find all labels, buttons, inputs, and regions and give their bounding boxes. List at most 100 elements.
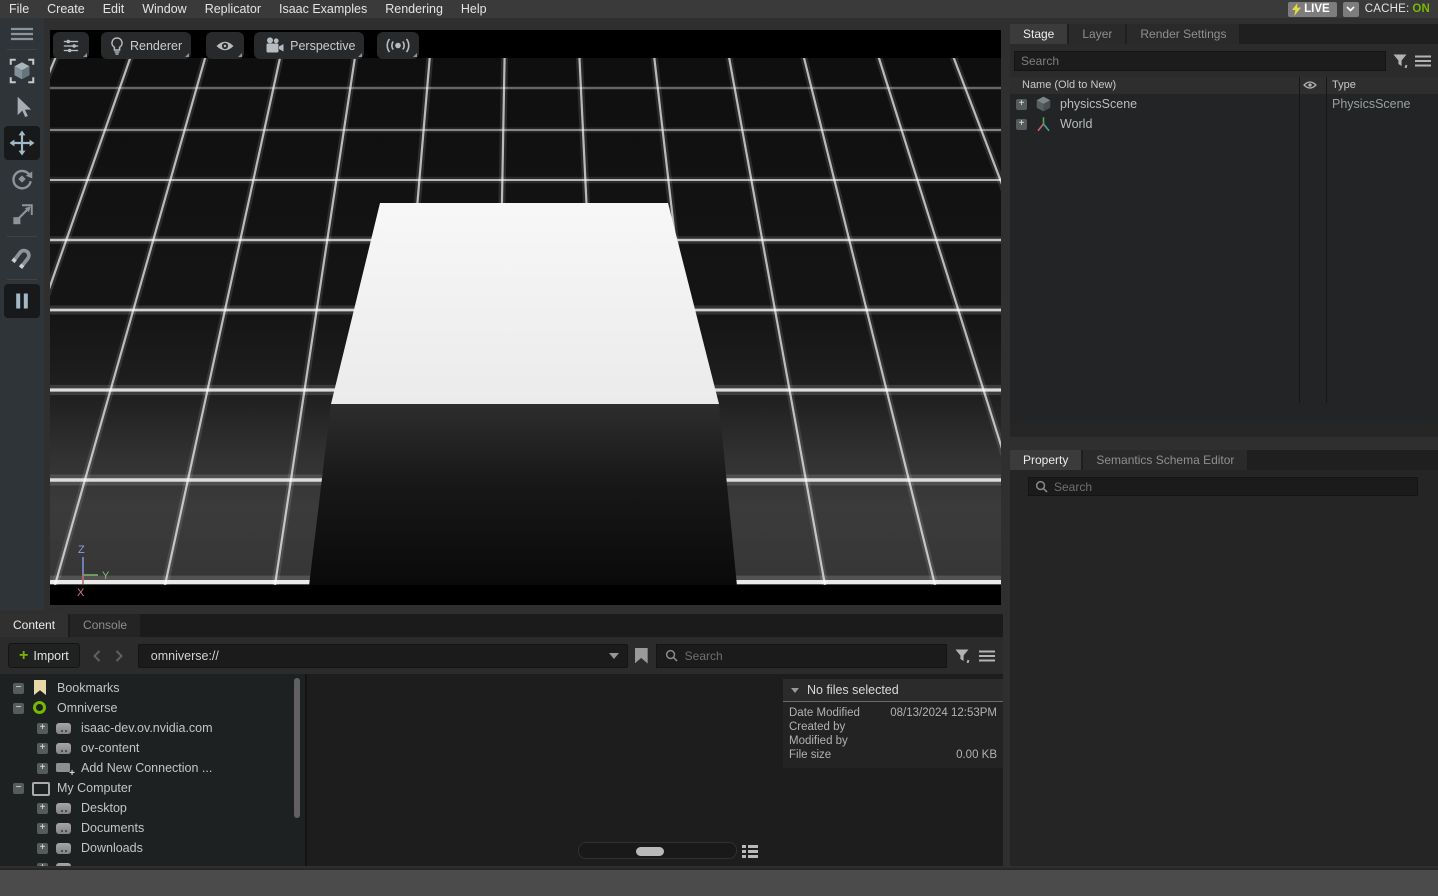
path-dropdown-icon[interactable]	[609, 653, 619, 659]
expander-icon[interactable]	[13, 783, 24, 794]
renderer-menu-button[interactable]: Renderer	[101, 32, 191, 59]
expander-icon[interactable]	[1016, 99, 1027, 110]
tree-item[interactable]: Desktop	[0, 798, 305, 818]
forward-button[interactable]	[110, 647, 128, 665]
menu-item[interactable]: Window	[133, 0, 195, 18]
tree-item-label: My Computer	[57, 781, 132, 795]
expander-icon[interactable]	[13, 683, 24, 694]
tree-item[interactable]: Add New Connection ...	[0, 758, 305, 778]
content-search-input[interactable]	[685, 649, 938, 663]
expander-icon[interactable]	[37, 763, 48, 774]
renderer-label: Renderer	[130, 39, 182, 53]
expander-icon[interactable]	[37, 843, 48, 854]
detail-label: Created by	[789, 720, 845, 734]
slider-thumb[interactable]	[636, 847, 664, 856]
stage-row-physicsscene[interactable]: physicsScene PhysicsScene	[1010, 94, 1438, 114]
move-tool-button[interactable]	[4, 126, 40, 160]
eye-icon[interactable]	[1303, 80, 1317, 93]
funnel-icon[interactable]	[955, 649, 970, 663]
tree-item[interactable]: isaac-dev.ov.nvidia.com	[0, 718, 305, 738]
list-view-icon[interactable]	[741, 843, 759, 859]
import-button[interactable]: + Import	[8, 643, 80, 668]
funnel-icon[interactable]	[1393, 54, 1408, 68]
magnifier-icon	[1035, 480, 1048, 493]
tree-item[interactable]: Documents	[0, 818, 305, 838]
type-column-header[interactable]: Type	[1332, 79, 1356, 91]
status-bar	[0, 868, 1438, 896]
live-button[interactable]: LIVE	[1288, 2, 1337, 17]
details-header[interactable]: No files selected	[783, 679, 1003, 702]
live-dropdown-button[interactable]	[1343, 2, 1359, 17]
tree-item-label: Downloads	[81, 841, 143, 855]
tab-semantics-schema-editor[interactable]: Semantics Schema Editor	[1083, 450, 1247, 470]
menu-item[interactable]: Create	[38, 0, 94, 18]
menu-item[interactable]: File	[0, 0, 38, 18]
property-search	[1028, 477, 1418, 496]
name-column-header[interactable]: Name (Old to New)	[1022, 79, 1116, 91]
tree-item[interactable]: ov-content	[0, 738, 305, 758]
property-search-input[interactable]	[1054, 480, 1411, 494]
camera-icon	[263, 37, 284, 54]
thumbnail-size-slider[interactable]	[578, 842, 737, 859]
toolbar-menu-button[interactable]	[4, 23, 40, 45]
path-input[interactable]	[139, 649, 609, 663]
content-search	[656, 644, 947, 668]
tab-stage[interactable]: Stage	[1010, 24, 1067, 44]
tree-scrollbar[interactable]	[294, 678, 300, 818]
tab-content[interactable]: Content	[0, 614, 68, 637]
menu-item[interactable]: Replicator	[196, 0, 270, 18]
axis-icon	[1036, 116, 1051, 132]
hamburger-icon[interactable]	[979, 650, 995, 662]
stage-search-input[interactable]	[1014, 51, 1386, 71]
tree-item[interactable]: My Computer	[0, 778, 305, 798]
cube-top-face[interactable]	[331, 203, 719, 404]
file-grid-area[interactable]: No files selected Date Modified 08/13/20…	[307, 674, 1003, 866]
menu-bar: File Create Edit Window Replicator Isaac…	[0, 0, 1438, 18]
hamburger-icon	[10, 27, 34, 41]
menu-item[interactable]: Edit	[94, 0, 134, 18]
menu-item[interactable]: Isaac Examples	[270, 0, 376, 18]
viewport[interactable]: Z Y X Renderer	[50, 30, 1001, 605]
stage-tree: Name (Old to New) Type physicsScene Phys…	[1010, 77, 1438, 423]
selection-mode-button[interactable]	[4, 54, 40, 88]
property-panel-tabs: Property Semantics Schema Editor	[1010, 450, 1438, 470]
server-icon	[56, 720, 72, 736]
tab-layer[interactable]: Layer	[1069, 24, 1125, 44]
stage-row-world[interactable]: World	[1010, 114, 1438, 134]
expander-icon[interactable]	[37, 743, 48, 754]
viewport-settings-button[interactable]	[53, 32, 89, 59]
cube-front-face[interactable]	[309, 404, 737, 586]
camera-menu-button[interactable]: Perspective	[254, 32, 364, 59]
expander-icon[interactable]	[37, 723, 48, 734]
capture-button[interactable]	[377, 32, 419, 59]
tree-item[interactable]	[0, 858, 305, 866]
expander-icon[interactable]	[13, 703, 24, 714]
viewport-canvas[interactable]: Z Y X	[50, 30, 1001, 605]
snap-tool-button[interactable]	[4, 241, 40, 275]
tab-property[interactable]: Property	[1010, 450, 1081, 470]
server-icon	[56, 820, 72, 836]
expander-icon[interactable]	[1016, 119, 1027, 130]
tree-item[interactable]: Downloads	[0, 838, 305, 858]
rotate-tool-button[interactable]	[4, 162, 40, 196]
tab-console[interactable]: Console	[70, 614, 140, 637]
bookmark-icon[interactable]	[635, 648, 648, 664]
expander-icon[interactable]	[37, 863, 48, 867]
detail-row: Date Modified 08/13/2024 12:53PM	[789, 706, 997, 720]
menu-item[interactable]: Rendering	[376, 0, 452, 18]
visibility-menu-button[interactable]	[206, 32, 244, 59]
select-tool-button[interactable]	[4, 90, 40, 124]
tree-item[interactable]: Omniverse	[0, 698, 305, 718]
thumbnail-size-control	[578, 842, 759, 859]
expander-icon[interactable]	[37, 803, 48, 814]
tree-item[interactable]: Bookmarks	[0, 678, 305, 698]
tab-render-settings[interactable]: Render Settings	[1127, 24, 1239, 44]
axis-y-label: Y	[102, 570, 110, 582]
menu-item[interactable]: Help	[452, 0, 496, 18]
back-button[interactable]	[88, 647, 106, 665]
server-icon	[56, 740, 72, 756]
pause-button[interactable]	[4, 284, 40, 318]
hamburger-icon[interactable]	[1415, 55, 1431, 67]
expander-icon[interactable]	[37, 823, 48, 834]
scale-tool-button[interactable]	[4, 198, 40, 232]
